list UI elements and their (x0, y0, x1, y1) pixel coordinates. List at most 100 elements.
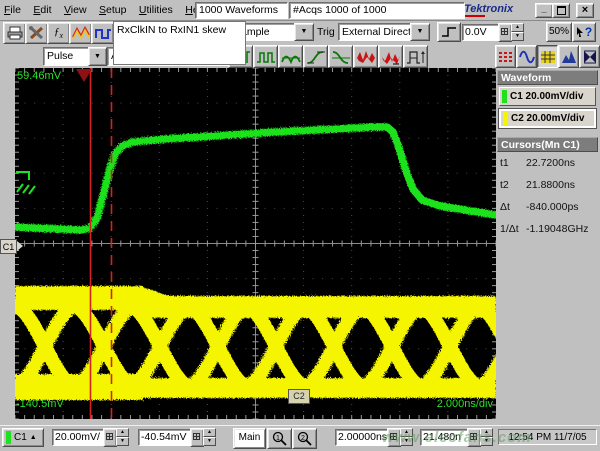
c2-waveform-label[interactable]: C2 (288, 389, 310, 404)
grid-icon (540, 48, 556, 66)
restore-button[interactable] (552, 3, 570, 18)
graticule-style-button[interactable] (537, 45, 558, 68)
vertical-offset-field[interactable]: -40.54mV (138, 429, 193, 446)
horizontal-position-keypad-button[interactable] (467, 428, 481, 447)
measurement-category-dropdown-arrow[interactable]: ▼ (88, 47, 107, 66)
arches-icon (281, 48, 301, 66)
fx-icon: ƒx (54, 26, 63, 40)
c1-scale-label: C1 20.00mV/div (510, 91, 583, 102)
measurement-toolbar: Pulse ▼ Amplitude (0, 45, 600, 68)
cursor-t1-row: t1 22.7200ns (500, 157, 598, 173)
bottom-control-bar: C1 ▲ 20.00mV/ ▲▼ -40.54mV ▲▼ Main 1 2 2.… (0, 425, 600, 451)
tools-icon (28, 25, 46, 41)
trigger-slope-button[interactable] (437, 22, 461, 42)
horizontal-scale-spinner[interactable]: ▲▼ (400, 428, 413, 445)
histogram-button[interactable] (558, 45, 579, 68)
pulse-wave-button[interactable] (91, 22, 114, 44)
measure-noise-button[interactable] (353, 45, 378, 68)
menu-bar: File Edit View Setup Utilities Help 1000… (0, 0, 600, 21)
print-button[interactable] (3, 22, 26, 44)
minimize-button[interactable]: _ (535, 3, 553, 18)
bottom-voltage-readout: -140.5mV (16, 398, 64, 410)
tektronix-logo-text: Tektronix (464, 3, 513, 15)
tektronix-logo: Tektronix (464, 3, 526, 17)
magnifier-2-icon: 2 (297, 431, 313, 446)
scope-canvas (15, 68, 496, 419)
trigger-source-select[interactable]: External Direct (338, 23, 415, 41)
pulse-train-icon (256, 48, 276, 66)
horizontal-scale-keypad-button[interactable] (387, 428, 401, 447)
fall-slope-icon (331, 48, 351, 66)
trigger-level-field[interactable]: 0.0V (462, 24, 500, 41)
ground-reference-marker (16, 172, 35, 194)
vertical-scale-keypad-button[interactable] (103, 428, 117, 447)
vertical-scale-field[interactable]: 20.00mV/ (52, 429, 106, 446)
waveform-display-button[interactable] (516, 45, 537, 68)
c1-channel-marker[interactable]: C1 (0, 239, 17, 254)
vertical-offset-spinner[interactable]: ▲▼ (203, 428, 216, 445)
horizontal-position-field[interactable]: 21.480n (420, 429, 470, 446)
t2-value: 21.8800ns (526, 179, 575, 195)
cursors-toggle-button[interactable] (495, 45, 516, 68)
red-burst2-icon (381, 48, 401, 66)
acquisition-mode-dropdown-arrow[interactable]: ▼ (294, 23, 314, 41)
eye-mask-button[interactable] (579, 45, 600, 68)
set-50-button[interactable]: 50% (546, 22, 572, 42)
magnifier-1-icon: 1 (272, 431, 288, 446)
trig-label: Trig (317, 26, 335, 38)
zoom-2-button[interactable]: 2 (292, 428, 317, 449)
waveform-button[interactable] (69, 22, 92, 44)
rising-edge-icon (440, 25, 458, 39)
timebase-mode-button[interactable]: Main (233, 428, 266, 449)
measure-rise-time-button[interactable] (303, 45, 328, 68)
channel-c1-item[interactable]: C1 20.00mV/div (499, 87, 596, 106)
measure-pulse-train-button[interactable] (253, 45, 278, 68)
measure-fall-time-button[interactable] (328, 45, 353, 68)
t1-label: t1 (500, 157, 526, 173)
math-button[interactable]: ƒx (47, 22, 70, 44)
eye-mask-icon (582, 48, 598, 66)
c1-color-bar-icon (6, 431, 11, 444)
help-question-icon: ? (585, 25, 592, 39)
dt-label: Δt (500, 201, 526, 217)
top-voltage-readout: 59.46mV (17, 70, 61, 82)
measure-pulse-params-button[interactable] (403, 45, 428, 68)
menu-utilities[interactable]: Utilities (139, 1, 173, 20)
sine-wave-icon (519, 48, 535, 66)
t2-label: t2 (500, 179, 526, 195)
timebase-readout: 2.000ns/div (430, 398, 493, 410)
trigger-source-dropdown-arrow[interactable]: ▼ (410, 23, 430, 41)
channel-c2-item[interactable]: C2 20.00mV/div (499, 109, 596, 128)
measurement-category-select[interactable]: Pulse (43, 47, 93, 66)
menu-edit[interactable]: Edit (33, 1, 51, 20)
cursor-freq-row: 1/Δt -1.19048GHz (500, 223, 598, 239)
tools-button[interactable] (25, 22, 48, 44)
menu-file[interactable]: File (4, 1, 21, 20)
menu-setup[interactable]: Setup (99, 1, 126, 20)
zoom-1-button[interactable]: 1 (267, 428, 292, 449)
horizontal-scale-field[interactable]: 2.00000ns (335, 429, 390, 446)
vertical-channel-button[interactable]: C1 ▲ (2, 428, 44, 447)
context-help-button[interactable]: ? (572, 22, 596, 42)
menu-view[interactable]: View (64, 1, 87, 20)
clock-display: 12:54 PM 11/7/05 (498, 429, 597, 445)
close-button[interactable]: × (576, 3, 594, 18)
t1-value: 22.7200ns (526, 157, 575, 173)
trigger-level-spinner[interactable]: ▲▼ (511, 23, 524, 40)
analog-wave-icon (72, 25, 90, 41)
vertical-offset-keypad-button[interactable] (190, 428, 204, 447)
trigger-level-keypad-button[interactable] (498, 23, 512, 42)
oscilloscope-screen: { "menubar": { "items": ["File", "Edit",… (0, 0, 600, 450)
histogram-icon (561, 48, 577, 66)
waveform-display[interactable]: 59.46mV -140.5mV 2.000ns/div C2 (15, 68, 496, 419)
horizontal-position-spinner[interactable]: ▲▼ (480, 428, 493, 445)
measure-jitter-button[interactable] (378, 45, 403, 68)
red-burst-icon (356, 48, 376, 66)
measure-amplitude-button[interactable] (278, 45, 303, 68)
pulse-params-icon (406, 48, 426, 66)
square-wave-icon (94, 25, 112, 41)
restore-icon (557, 6, 566, 15)
svg-text:2: 2 (301, 435, 305, 442)
vertical-scale-spinner[interactable]: ▲▼ (116, 428, 129, 445)
rise-slope-icon (306, 48, 326, 66)
